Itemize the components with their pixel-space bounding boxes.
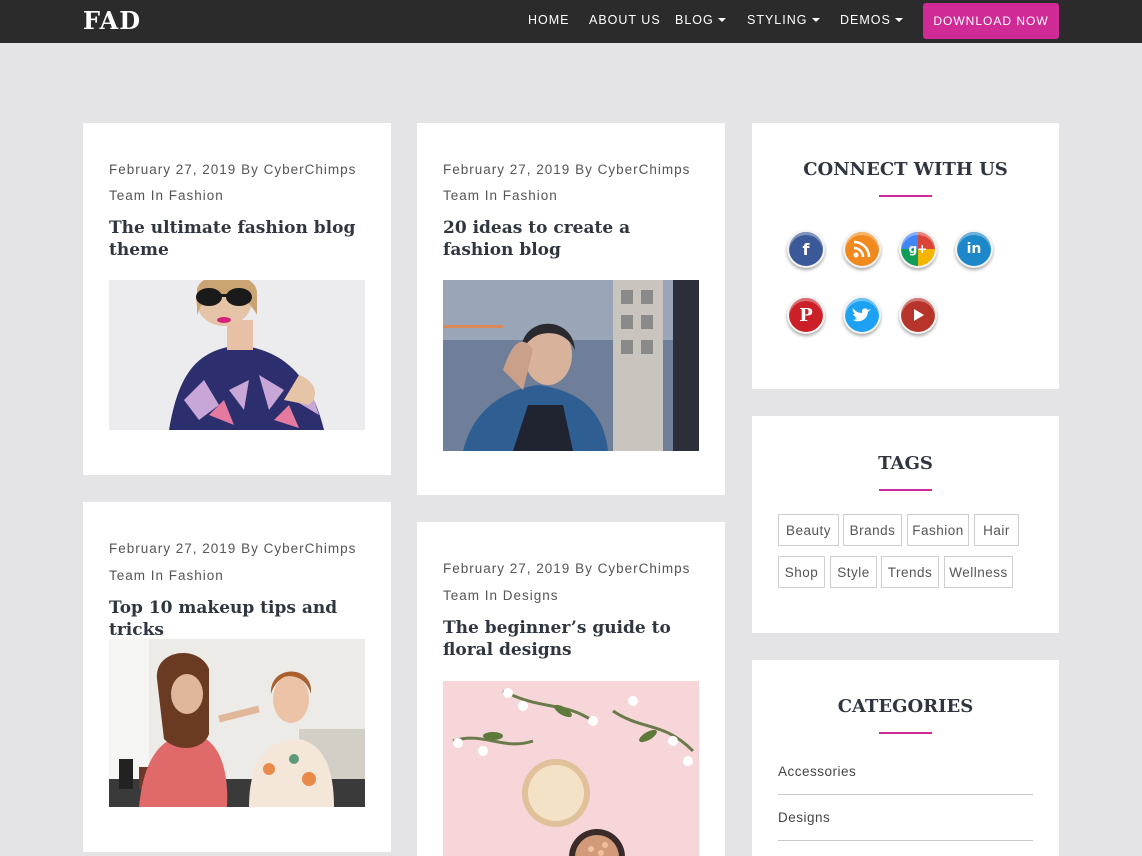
tag-wellness[interactable]: Wellness (944, 556, 1013, 588)
category-divider (778, 794, 1033, 795)
title-divider (879, 489, 932, 491)
youtube-icon[interactable] (899, 296, 937, 334)
chevron-down-icon (811, 18, 820, 22)
post-category[interactable]: Team In Designs (443, 588, 559, 603)
google-plus-icon[interactable]: g+ (899, 230, 937, 268)
post-title[interactable]: The ultimate fashion blog theme (109, 217, 365, 261)
tag-beauty[interactable]: Beauty (778, 514, 839, 546)
tag-style[interactable]: Style (830, 556, 877, 588)
nav-about-us[interactable]: ABOUT US (589, 13, 661, 27)
download-now-button[interactable]: DOWNLOAD NOW (923, 3, 1059, 39)
post-thumbnail[interactable] (109, 639, 365, 807)
nav-demos[interactable]: DEMOS (840, 13, 903, 27)
tag-shop[interactable]: Shop (778, 556, 825, 588)
tag-trends[interactable]: Trends (881, 556, 939, 588)
pinterest-icon[interactable]: P (787, 296, 825, 334)
post-card: February 27, 2019 By CyberChimps Team In… (83, 123, 391, 475)
post-meta: February 27, 2019 By CyberChimps (443, 561, 691, 576)
category-item-designs[interactable]: Designs (778, 810, 1033, 825)
tag-brands[interactable]: Brands (843, 514, 902, 546)
category-item-accessories[interactable]: Accessories (778, 764, 1033, 779)
tag-hair[interactable]: Hair (974, 514, 1019, 546)
post-title[interactable]: The beginner’s guide to floral designs (443, 617, 699, 661)
post-card: February 27, 2019 By CyberChimps Team In… (417, 522, 725, 856)
post-category[interactable]: Team In Fashion (443, 188, 558, 203)
tags-widget: TAGS Beauty Brands Fashion Hair Shop Sty… (752, 416, 1059, 633)
site-logo[interactable]: FAD (83, 6, 141, 35)
post-card: February 27, 2019 By CyberChimps Team In… (417, 123, 725, 495)
tag-fashion[interactable]: Fashion (907, 514, 969, 546)
post-title[interactable]: 20 ideas to create a fashion blog (443, 217, 699, 261)
nav-blog[interactable]: BLOG (675, 13, 726, 27)
nav-demos-label: DEMOS (840, 13, 891, 27)
title-divider (879, 732, 932, 734)
widget-title: CATEGORIES (837, 696, 974, 717)
post-meta: February 27, 2019 By CyberChimps (443, 162, 691, 177)
linkedin-icon[interactable]: in (955, 230, 993, 268)
post-thumbnail[interactable] (443, 681, 699, 856)
top-navbar: FAD HOME ABOUT US BLOG STYLING DEMOS DOW… (0, 0, 1142, 43)
category-divider (778, 840, 1033, 841)
chevron-down-icon (717, 18, 726, 22)
categories-widget: CATEGORIES Accessories Designs (752, 660, 1059, 856)
post-thumbnail[interactable] (443, 280, 699, 451)
facebook-icon[interactable]: f (787, 230, 825, 268)
nav-styling[interactable]: STYLING (747, 13, 820, 27)
post-meta: February 27, 2019 By CyberChimps (109, 162, 357, 177)
post-meta: February 27, 2019 By CyberChimps (109, 541, 357, 556)
widget-title: TAGS (878, 453, 933, 474)
post-thumbnail[interactable] (109, 280, 365, 430)
post-title[interactable]: Top 10 makeup tips and tricks (109, 597, 365, 641)
nav-styling-label: STYLING (747, 13, 808, 27)
post-category[interactable]: Team In Fashion (109, 568, 224, 583)
widget-title: CONNECT WITH US (803, 159, 1008, 180)
twitter-icon[interactable] (843, 296, 881, 334)
rss-icon[interactable] (843, 230, 881, 268)
chevron-down-icon (894, 18, 903, 22)
nav-home[interactable]: HOME (528, 13, 570, 27)
title-divider (879, 195, 932, 197)
post-category[interactable]: Team In Fashion (109, 188, 224, 203)
connect-widget: CONNECT WITH US f g+ in P (752, 123, 1059, 389)
nav-blog-label: BLOG (675, 13, 714, 27)
post-card: February 27, 2019 By CyberChimps Team In… (83, 502, 391, 852)
